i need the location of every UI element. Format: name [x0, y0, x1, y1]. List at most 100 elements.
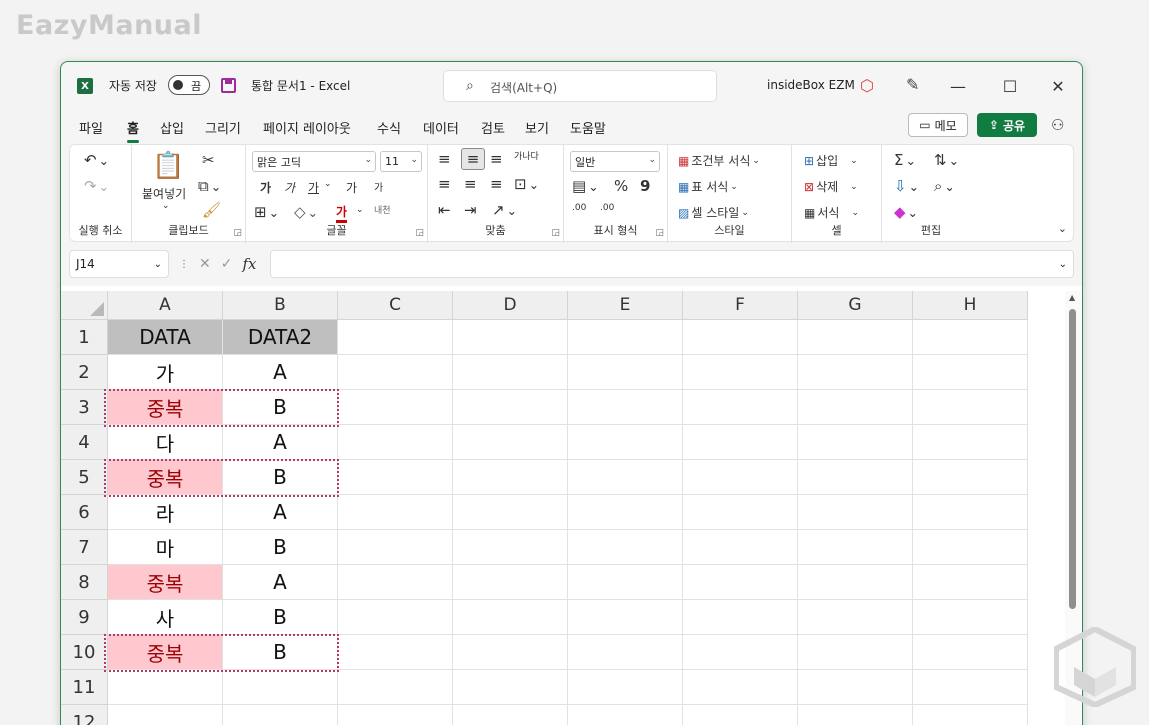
search-input[interactable]: ⌕ 검색(Alt+Q) [443, 70, 717, 102]
cell-b7[interactable]: B [223, 530, 338, 565]
cell-h3[interactable] [913, 390, 1028, 425]
cell-h2[interactable] [913, 355, 1028, 390]
cell-d3[interactable] [453, 390, 568, 425]
align-middle-icon[interactable]: ≡ [461, 148, 485, 170]
format-painter-icon[interactable]: 🖌 [202, 201, 221, 219]
increase-indent-icon[interactable]: ⇥ [464, 201, 477, 219]
column-header-c[interactable]: C [338, 291, 453, 320]
sort-filter-icon[interactable]: ⇅ ⌄ [934, 151, 959, 169]
column-header-d[interactable]: D [453, 291, 568, 320]
cell-g12[interactable] [798, 705, 913, 725]
autosum-icon[interactable]: Σ ⌄ [894, 151, 916, 169]
account-avatar-icon[interactable]: ⬡ [860, 76, 878, 95]
row-header-2[interactable]: 2 [61, 355, 108, 390]
cell-c2[interactable] [338, 355, 453, 390]
autosave-toggle[interactable]: 끔 [168, 75, 210, 95]
cell-h6[interactable] [913, 495, 1028, 530]
cell-d4[interactable] [453, 425, 568, 460]
currency-icon[interactable]: ▤ ⌄ [572, 177, 599, 195]
cell-a2[interactable]: 가 [108, 355, 223, 390]
cell-style-button[interactable]: ▨ 셀 스타일 ⌄ [678, 204, 749, 221]
text-direction-button[interactable]: 가나다 [514, 149, 539, 162]
cell-a8[interactable]: 중복 [108, 565, 223, 600]
column-header-e[interactable]: E [568, 291, 683, 320]
undo-icon[interactable]: ↶ ⌄ [84, 151, 109, 169]
cell-e11[interactable] [568, 670, 683, 705]
row-header-8[interactable]: 8 [61, 565, 108, 600]
tab-home[interactable]: 홈 [127, 118, 139, 143]
cell-g7[interactable] [798, 530, 913, 565]
align-right-icon[interactable]: ≡ [490, 175, 503, 193]
cell-g11[interactable] [798, 670, 913, 705]
column-header-h[interactable]: H [913, 291, 1028, 320]
cell-e4[interactable] [568, 425, 683, 460]
cell-h11[interactable] [913, 670, 1028, 705]
share-button[interactable]: ⇪ 공유 [977, 113, 1037, 137]
row-header-4[interactable]: 4 [61, 425, 108, 460]
cell-c1[interactable] [338, 320, 453, 355]
cell-e7[interactable] [568, 530, 683, 565]
clear-icon[interactable]: ◆ ⌄ [894, 203, 918, 221]
cell-f5[interactable] [683, 460, 798, 495]
cell-e10[interactable] [568, 635, 683, 670]
cell-b11[interactable] [223, 670, 338, 705]
row-header-11[interactable]: 11 [61, 670, 108, 705]
copy-icon[interactable]: ⧉ ⌄ [198, 177, 221, 195]
font-color-chevron-icon[interactable]: ⌄ [356, 205, 364, 215]
cell-c9[interactable] [338, 600, 453, 635]
tab-help[interactable]: 도움말 [570, 118, 606, 137]
cell-d2[interactable] [453, 355, 568, 390]
underline-chevron-icon[interactable]: ⌄ [324, 179, 332, 189]
cell-a3[interactable]: 중복 [108, 390, 223, 425]
cell-h4[interactable] [913, 425, 1028, 460]
alignment-launcher-icon[interactable]: ◲ [551, 228, 560, 238]
cell-e1[interactable] [568, 320, 683, 355]
paste-icon[interactable]: 📋 [152, 151, 184, 181]
row-header-9[interactable]: 9 [61, 600, 108, 635]
row-header-10[interactable]: 10 [61, 635, 108, 670]
cell-b2[interactable]: A [223, 355, 338, 390]
cell-g1[interactable] [798, 320, 913, 355]
cell-a11[interactable] [108, 670, 223, 705]
cell-f8[interactable] [683, 565, 798, 600]
cell-d9[interactable] [453, 600, 568, 635]
cell-c5[interactable] [338, 460, 453, 495]
cell-f6[interactable] [683, 495, 798, 530]
cell-e2[interactable] [568, 355, 683, 390]
cell-e9[interactable] [568, 600, 683, 635]
merge-center-icon[interactable]: ⊡ ⌄ [514, 175, 539, 193]
align-bottom-icon[interactable]: ≡ [490, 150, 503, 168]
cell-f11[interactable] [683, 670, 798, 705]
cell-e3[interactable] [568, 390, 683, 425]
comma-button[interactable]: 9 [640, 177, 650, 195]
scrollbar-thumb[interactable] [1069, 309, 1076, 609]
shrink-font-button[interactable]: 가 [374, 179, 383, 194]
decrease-indent-icon[interactable]: ⇤ [438, 201, 451, 219]
cell-g6[interactable] [798, 495, 913, 530]
cell-b10[interactable]: B [223, 635, 338, 670]
cell-g4[interactable] [798, 425, 913, 460]
cell-f2[interactable] [683, 355, 798, 390]
number-format-dropdown[interactable]: 일반 ⌄ [570, 151, 660, 172]
cell-d11[interactable] [453, 670, 568, 705]
orientation-icon[interactable]: ↗ ⌄ [492, 201, 517, 219]
phonetic-button[interactable]: 내천 [374, 203, 391, 216]
row-header-7[interactable]: 7 [61, 530, 108, 565]
cell-g10[interactable] [798, 635, 913, 670]
cell-d10[interactable] [453, 635, 568, 670]
cell-f3[interactable] [683, 390, 798, 425]
cell-b4[interactable]: A [223, 425, 338, 460]
cell-g9[interactable] [798, 600, 913, 635]
redo-icon[interactable]: ↷ ⌄ [84, 177, 109, 195]
row-header-12[interactable]: 12 [61, 705, 108, 725]
row-header-6[interactable]: 6 [61, 495, 108, 530]
font-name-dropdown[interactable]: 맑은 고딕 ⌄ [252, 151, 376, 172]
cell-c6[interactable] [338, 495, 453, 530]
cell-e8[interactable] [568, 565, 683, 600]
maximize-button[interactable]: ☐ [995, 72, 1025, 100]
cell-b6[interactable]: A [223, 495, 338, 530]
save-icon[interactable] [221, 78, 236, 93]
cell-d8[interactable] [453, 565, 568, 600]
cell-h12[interactable] [913, 705, 1028, 725]
select-all-corner[interactable] [61, 291, 108, 320]
